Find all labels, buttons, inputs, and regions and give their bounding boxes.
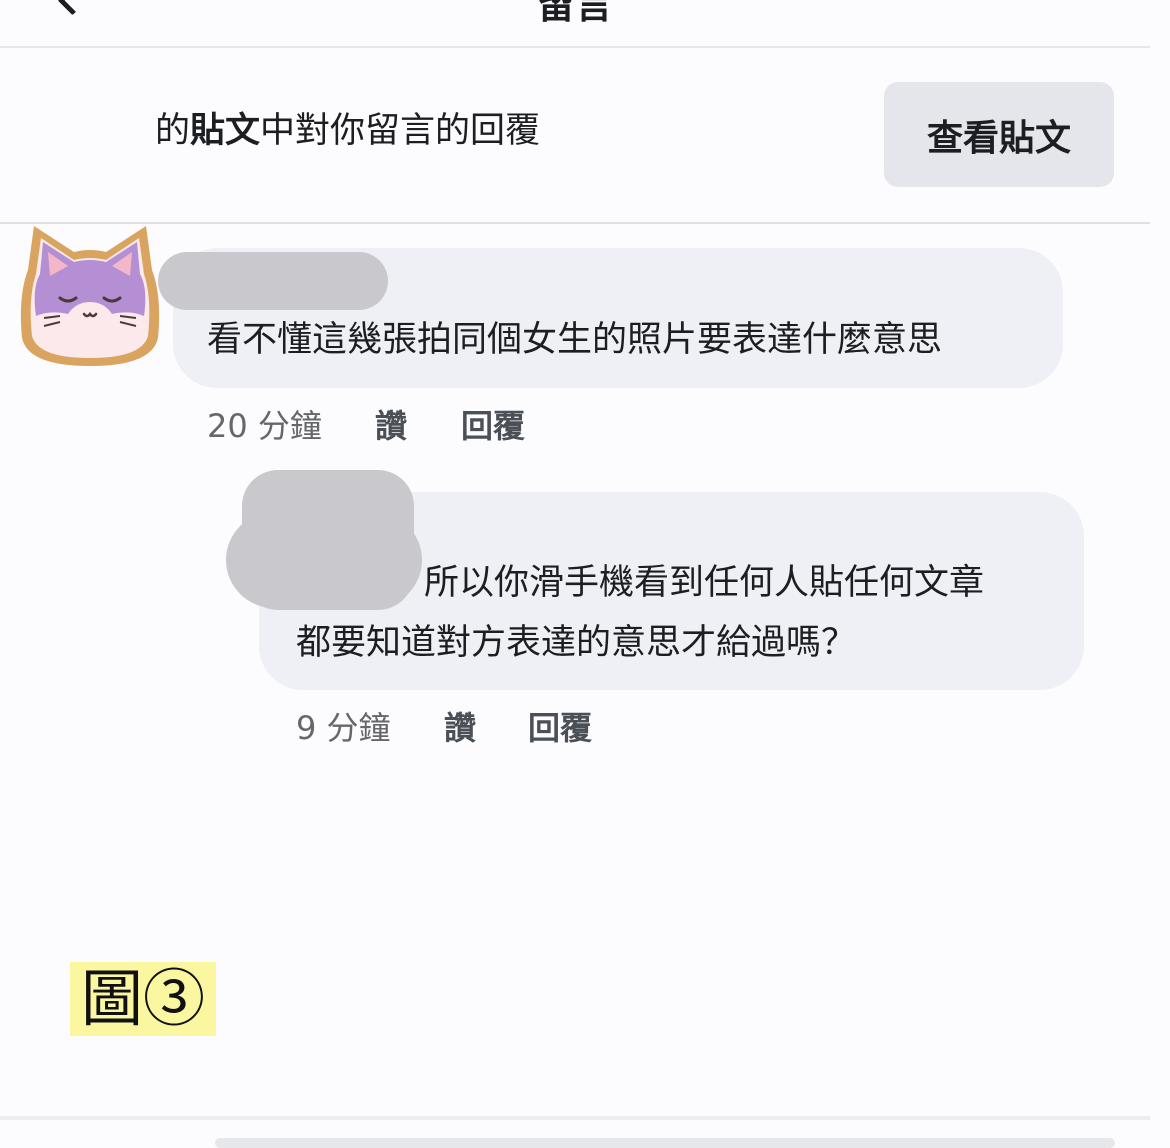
reply-text-line-1: 所以你滑手機看到任何人貼任何文章 bbox=[424, 563, 985, 603]
context-suffix: 中對你留言的回覆 bbox=[260, 111, 541, 151]
figure-label: 圖③ bbox=[70, 962, 216, 1036]
reply-context-text: 的貼文中對你留言的回覆 bbox=[155, 106, 855, 156]
divider bbox=[0, 1116, 1150, 1120]
comment-text: 看不懂這幾張拍同個女生的照片要表達什麼意思 bbox=[207, 320, 943, 360]
sleeping-cat-icon bbox=[20, 226, 160, 366]
comment-meta: 20 分鐘 讚 回覆 bbox=[207, 406, 525, 446]
comment-timestamp: 20 分鐘 bbox=[207, 407, 322, 445]
redacted-username bbox=[226, 512, 422, 608]
reply-meta: 9 分鐘 讚 回覆 bbox=[296, 708, 592, 748]
reply-context-bar: 的貼文中對你留言的回覆 查看貼文 bbox=[0, 48, 1150, 224]
comment-input-bar[interactable] bbox=[215, 1138, 1115, 1148]
reply-text-line-2: 都要知道對方表達的意思才給過嗎？ bbox=[296, 623, 857, 663]
like-button[interactable]: 讚 bbox=[444, 708, 476, 748]
avatar[interactable] bbox=[12, 218, 168, 368]
reply-timestamp: 9 分鐘 bbox=[296, 709, 391, 747]
view-post-button[interactable]: 查看貼文 bbox=[884, 82, 1114, 187]
top-navigation-bar: 留言 bbox=[0, 0, 1150, 48]
like-button[interactable]: 讚 bbox=[375, 406, 407, 446]
reply-button[interactable]: 回覆 bbox=[528, 708, 592, 748]
context-post-word[interactable]: 貼文 bbox=[190, 111, 260, 151]
context-prefix: 的 bbox=[155, 111, 191, 151]
page-title: 留言 bbox=[536, 0, 613, 27]
redacted-username bbox=[158, 252, 388, 310]
reply-button[interactable]: 回覆 bbox=[461, 406, 525, 446]
